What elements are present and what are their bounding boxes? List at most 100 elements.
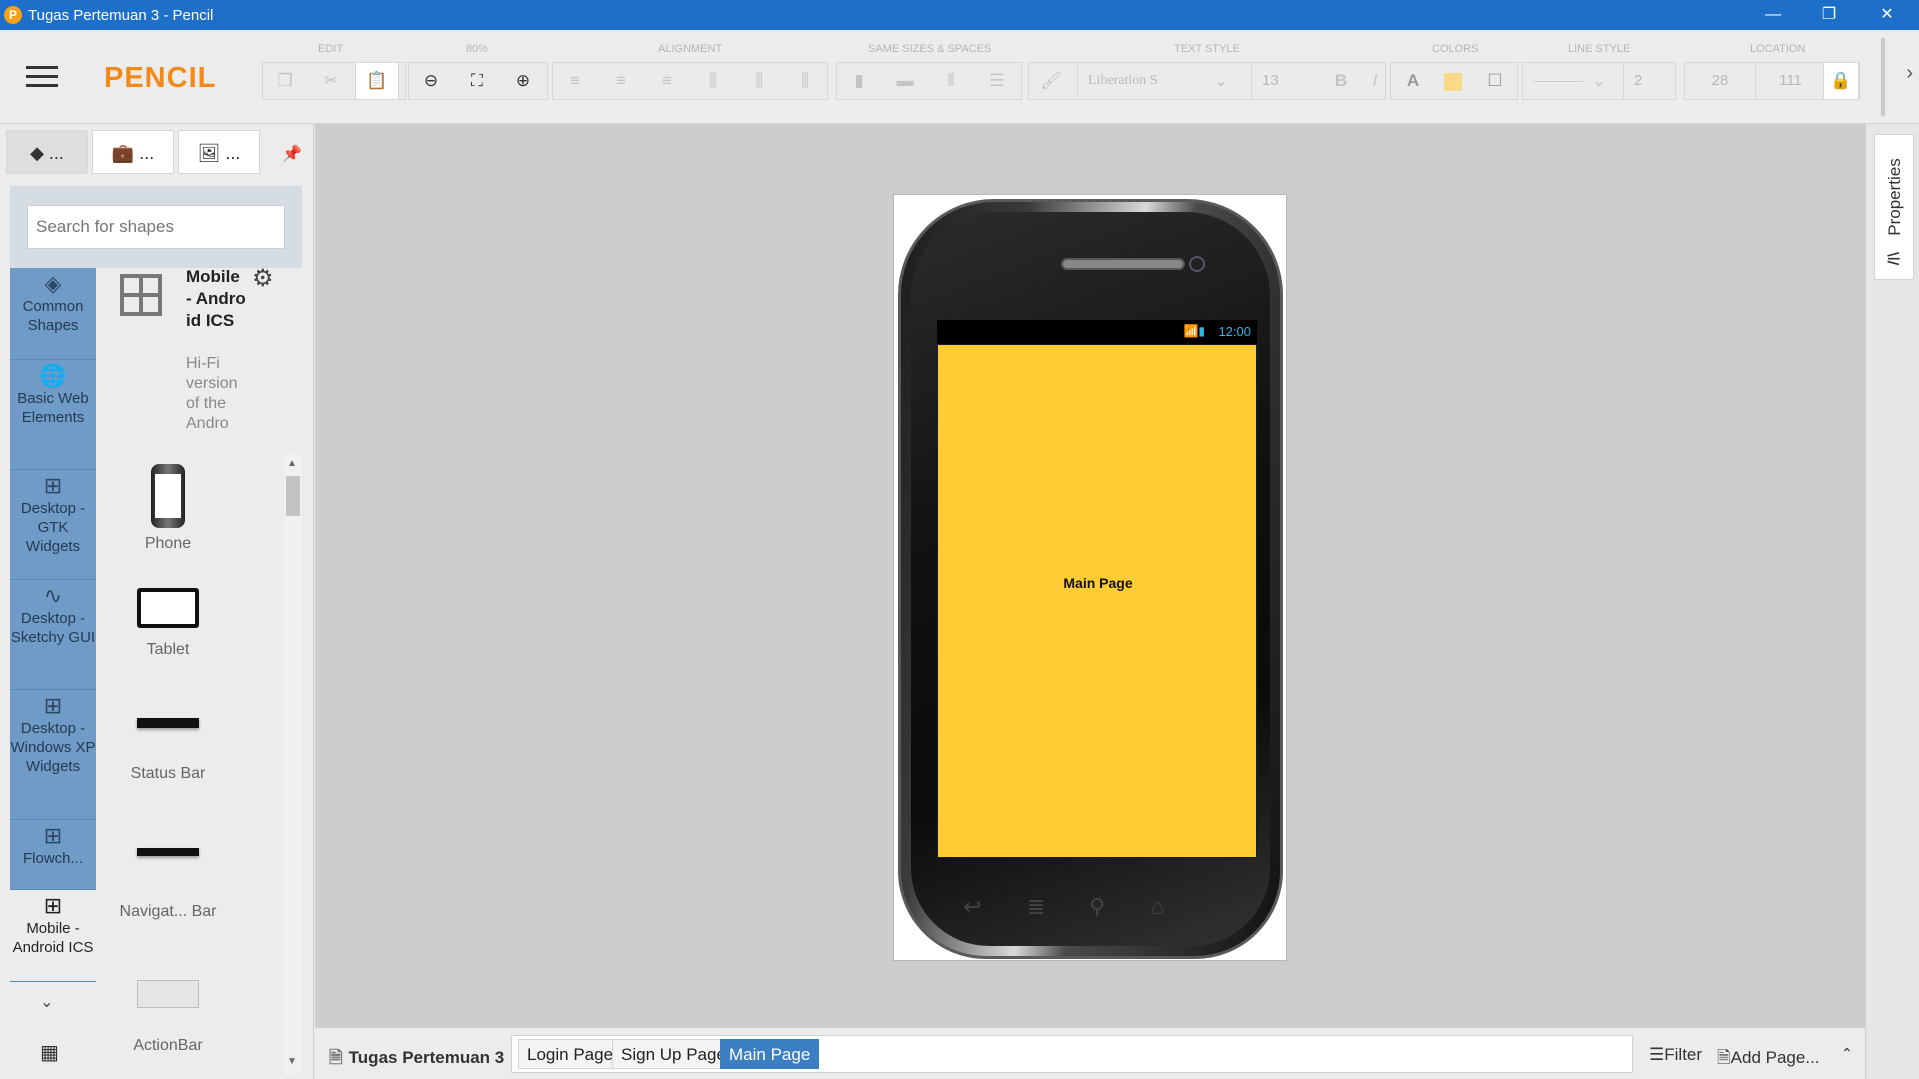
- properties-tab[interactable]: Properties ⚟: [1874, 134, 1914, 280]
- shape-tablet[interactable]: Tablet: [100, 588, 236, 658]
- page-frame[interactable]: 📶▮ 12:00 Main Page ↩ ≣ ⚲ ⌂: [893, 194, 1287, 961]
- menu-icon[interactable]: [26, 66, 58, 88]
- fit-screen-icon[interactable]: ⛶: [455, 63, 499, 99]
- stroke-color-button[interactable]: ☐: [1475, 63, 1515, 99]
- minimize-button[interactable]: —: [1750, 0, 1796, 30]
- scroll-up-icon[interactable]: ▲: [287, 458, 297, 469]
- category-desktop-sketchy[interactable]: ∿ Desktop - Sketchy GUI: [10, 580, 96, 690]
- line-width-field[interactable]: 2: [1623, 63, 1677, 99]
- main-toolbar: PENCIL EDIT ❐ ✂ 📋 80% ⊖ ⛶ ⊕ ALIGNMENT ≡ …: [0, 30, 1919, 124]
- align-right-icon[interactable]: ≡: [645, 63, 689, 99]
- align-center-icon[interactable]: ≡: [599, 63, 643, 99]
- filter-label: Filter: [1664, 1045, 1703, 1064]
- chevron-down-icon[interactable]: ⌄: [40, 992, 53, 1012]
- shape-navigation-bar[interactable]: Navigat... Bar: [100, 848, 236, 920]
- category-flowchart[interactable]: ⊞ Flowch...: [10, 820, 96, 890]
- category-common-shapes[interactable]: ◈ Common Shapes: [10, 268, 96, 360]
- category-mobile-android-ics[interactable]: ⊞ Mobile - Android ICS: [10, 890, 96, 982]
- screen-label[interactable]: Main Page: [938, 575, 1258, 591]
- zoom-group: ⊖ ⛶ ⊕: [408, 62, 548, 100]
- tablet-thumbnail: [137, 588, 199, 628]
- align-middle-icon[interactable]: ⫼: [737, 63, 781, 99]
- toolbar-more-icon[interactable]: ›: [1906, 62, 1913, 85]
- tab-sign-up-page[interactable]: Sign Up Page: [612, 1039, 735, 1069]
- zoom-in-icon[interactable]: ⊕: [501, 63, 545, 99]
- category-label: Desktop - GTK Widgets: [20, 500, 86, 555]
- tab-private-collections[interactable]: 💼 ...: [92, 130, 174, 174]
- shape-search-input[interactable]: [27, 205, 285, 249]
- same-height-icon[interactable]: ▬: [883, 63, 927, 99]
- tab-clipart[interactable]: 🖼 ...: [178, 130, 260, 174]
- tab-collections[interactable]: ◆ ...: [6, 130, 88, 174]
- chevron-up-icon[interactable]: ⌃: [1841, 1045, 1853, 1062]
- filter-button[interactable]: ☰Filter: [1649, 1045, 1702, 1065]
- same-width-icon[interactable]: ▮: [837, 63, 881, 99]
- restore-button[interactable]: ❐: [1806, 0, 1852, 30]
- alignment-group-label: ALIGNMENT: [658, 43, 723, 55]
- chevron-down-icon[interactable]: ⌄: [1579, 63, 1619, 99]
- layers-icon: ◆: [30, 143, 44, 163]
- document-icon: 🗎: [329, 1048, 343, 1067]
- toolbar-scrollbar[interactable]: [1881, 38, 1885, 116]
- add-page-button[interactable]: 🗎Add Page...: [1717, 1045, 1820, 1074]
- align-bottom-icon[interactable]: ⫼: [783, 63, 827, 99]
- shape-actionbar[interactable]: ActionBar: [100, 980, 236, 1054]
- phone-thumbnail: [151, 464, 185, 528]
- category-desktop-windows-xp[interactable]: ⊞ Desktop - Windows XP Widgets: [10, 690, 96, 820]
- font-size-field[interactable]: 13: [1251, 63, 1315, 99]
- format-painter-icon[interactable]: 🖌: [1029, 63, 1073, 99]
- apps-grid-icon[interactable]: ▦: [40, 1040, 59, 1065]
- grid-icon: ⊞: [43, 823, 63, 848]
- chevron-down-icon[interactable]: ⌄: [1201, 63, 1241, 99]
- bold-button[interactable]: B: [1319, 63, 1363, 99]
- search-icon: ⚲: [1089, 894, 1106, 919]
- fill-color-button[interactable]: [1433, 63, 1473, 99]
- add-page-label: Add Page...: [1730, 1048, 1820, 1067]
- category-desktop-gtk[interactable]: ⊞ Desktop - GTK Widgets: [10, 470, 96, 580]
- scroll-down-icon[interactable]: ▼: [287, 1056, 297, 1067]
- scrollbar-thumb[interactable]: [286, 476, 300, 516]
- space-horizontal-icon[interactable]: ⫴: [929, 63, 973, 99]
- alignment-group: ≡ ≡ ≡ ⫼ ⫼ ⫼: [552, 62, 828, 100]
- grid-icon: ⊞: [43, 473, 63, 498]
- same-sizes-group-label: SAME SIZES & SPACES: [868, 43, 992, 55]
- collection-description: Hi-Fi version of the Andro: [186, 355, 238, 432]
- zoom-group-label: 80%: [466, 43, 489, 55]
- phone-screen[interactable]: Main Page: [937, 344, 1257, 858]
- tab-login-page[interactable]: Login Page: [518, 1039, 623, 1069]
- add-page-icon: 🗎: [1717, 1048, 1731, 1067]
- zoom-out-icon[interactable]: ⊖: [409, 63, 453, 99]
- cut-icon[interactable]: ✂: [309, 63, 353, 99]
- shape-status-bar[interactable]: Status Bar: [100, 718, 236, 782]
- shape-phone[interactable]: Phone: [100, 464, 236, 552]
- category-label: Desktop - Windows XP Widgets: [10, 720, 96, 775]
- sliders-icon: ⚟: [1885, 249, 1903, 271]
- lock-icon[interactable]: 🔒: [1823, 63, 1859, 99]
- tab-main-page[interactable]: Main Page: [720, 1039, 820, 1069]
- edit-group: ❐ ✂ 📋: [262, 62, 406, 100]
- shapes-panel: ◆ ... 💼 ... 🖼 ... 📌 ◈ Common Shapes 🌐 Ba…: [0, 124, 314, 1079]
- location-x-field[interactable]: 28: [1685, 63, 1755, 99]
- tab-label: ...: [48, 143, 64, 163]
- paste-icon[interactable]: 📋: [355, 63, 399, 99]
- pin-icon[interactable]: 📌: [282, 144, 302, 164]
- space-vertical-icon[interactable]: ☰: [975, 63, 1019, 99]
- gear-icon[interactable]: ⚙: [252, 264, 274, 293]
- tab-label: ...: [139, 143, 155, 163]
- location-y-field[interactable]: 111: [1755, 63, 1825, 99]
- close-button[interactable]: ✕: [1864, 0, 1910, 30]
- document-name[interactable]: 🗎 Tugas Pertemuan 3: [329, 1045, 504, 1074]
- align-top-icon[interactable]: ⫼: [691, 63, 735, 99]
- speaker-grille: [1061, 258, 1185, 270]
- status-bar-thumbnail: [137, 718, 199, 728]
- italic-button[interactable]: I: [1363, 63, 1387, 99]
- text-color-button[interactable]: A: [1391, 63, 1435, 99]
- home-icon: ⌂: [1151, 894, 1165, 919]
- shape-list-scrollbar[interactable]: [284, 454, 302, 1074]
- drawing-canvas[interactable]: 📶▮ 12:00 Main Page ↩ ≣ ⚲ ⌂: [315, 124, 1865, 1027]
- copy-icon[interactable]: ❐: [263, 63, 307, 99]
- align-left-icon[interactable]: ≡: [553, 63, 597, 99]
- shape-label: Phone: [144, 535, 192, 552]
- category-basic-web-elements[interactable]: 🌐 Basic Web Elements: [10, 360, 96, 470]
- phone-shape[interactable]: 📶▮ 12:00 Main Page ↩ ≣ ⚲ ⌂: [898, 199, 1283, 959]
